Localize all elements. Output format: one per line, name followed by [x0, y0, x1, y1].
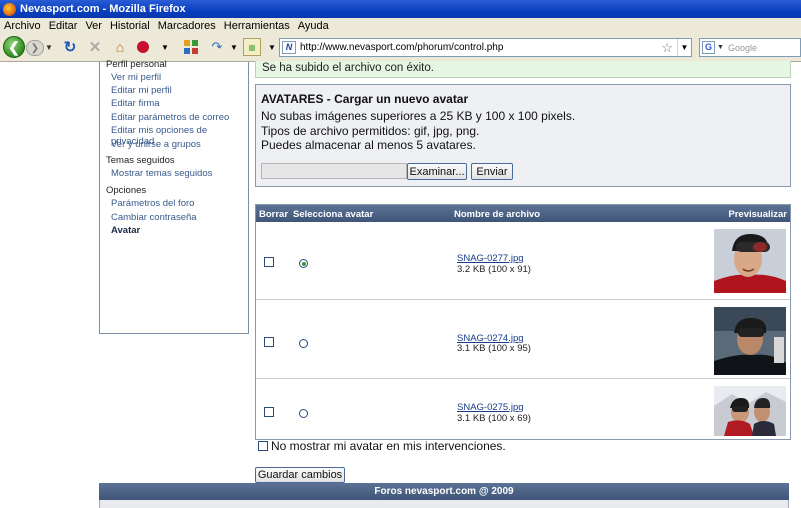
bookmark-star-icon[interactable]: ☆ [661, 40, 677, 56]
reload-icon: ↻ [63, 39, 77, 56]
addon-icon [137, 41, 149, 53]
avatar-filename-link[interactable]: SNAG-0277.jpg [457, 253, 524, 264]
select-avatar-radio[interactable] [299, 339, 308, 348]
home-icon: ⌂ [115, 39, 125, 55]
avatar-preview-image [714, 307, 786, 375]
upload-title: AVATARES - Cargar un nuevo avatar [261, 92, 469, 106]
avatar-file-size: 3.2 KB (100 x 91) [457, 264, 531, 275]
url-bar[interactable]: N http://www.nevasport.com/phorum/contro… [279, 38, 692, 57]
grid-addon-button[interactable] [183, 39, 199, 55]
avatar-preview-image [714, 386, 786, 436]
search-engine-icon[interactable]: G [702, 41, 715, 54]
window-title: Nevasport.com - Mozilla Firefox [20, 3, 186, 15]
upload-avatar-count: Puedes almacenar al menos 5 avatares. [261, 138, 476, 152]
url-text[interactable]: http://www.nevasport.com/phorum/control.… [300, 42, 503, 53]
sidebar-item-editar-perfil[interactable]: Editar mi perfil [111, 85, 172, 96]
forward-arrow-icon: ❯ [30, 42, 40, 54]
menu-historial[interactable]: Historial [106, 20, 154, 32]
browse-button[interactable]: Examinar... [407, 163, 467, 180]
column-header-preview: Previsualizar [728, 209, 787, 220]
success-message: Se ha subido el archivo con éxito. [255, 61, 791, 78]
avatar-filename-link[interactable]: SNAG-0275.jpg [457, 402, 524, 413]
search-bar[interactable]: G ▼ Google [699, 38, 801, 57]
reload-button[interactable]: ↻ [62, 38, 78, 56]
navigation-toolbar: ❮ ❯ ▼ ↻ ✕ ⌂ ▼ ↷ ▼ ▦ ▼ N http://www.nevas… [0, 33, 801, 62]
upload-file-types: Tipos de archivo permitidos: gif, jpg, p… [261, 124, 480, 138]
table-header: Borrar Selecciona avatar Nombre de archi… [256, 205, 790, 222]
menu-ayuda[interactable]: Ayuda [294, 20, 333, 32]
sidebar-item-editar-firma[interactable]: Editar firma [111, 98, 160, 109]
search-placeholder[interactable]: Google [728, 43, 757, 53]
page-footer: Foros nevasport.com @ 2009 [99, 483, 789, 500]
stop-icon: ✕ [88, 39, 102, 56]
forward-button[interactable]: ❯ [26, 40, 44, 56]
sidebar-item-avatar[interactable]: Avatar [111, 225, 140, 236]
firefox-icon [3, 2, 16, 16]
hide-avatar-label: No mostrar mi avatar en mis intervencion… [271, 439, 506, 453]
hide-avatar-checkbox[interactable] [258, 441, 268, 451]
select-avatar-radio[interactable] [299, 259, 308, 268]
control-panel-sidebar: Perfil personal Ver mi perfil Editar mi … [99, 59, 249, 334]
image-addon-button[interactable]: ▦ [243, 38, 261, 56]
select-avatar-radio[interactable] [299, 409, 308, 418]
sidebar-item-parametros-foro[interactable]: Parámetros del foro [111, 198, 194, 209]
sidebar-item-cambiar-contrasena[interactable]: Cambiar contraseña [111, 212, 197, 223]
menu-editar[interactable]: Editar [45, 20, 82, 32]
menu-marcadores[interactable]: Marcadores [154, 20, 220, 32]
grid-icon [183, 39, 199, 55]
sidebar-item-grupos[interactable]: Ver y unirse a grupos [111, 139, 201, 150]
sidebar-heading-perfil: Perfil personal [106, 59, 167, 70]
search-engine-dropdown[interactable]: ▼ [717, 44, 724, 51]
avatar-table: Borrar Selecciona avatar Nombre de archi… [255, 204, 791, 440]
menu-bar: Archivo Editar Ver Historial Marcadores … [0, 18, 801, 33]
share-icon: ↷ [211, 39, 223, 54]
history-dropdown[interactable]: ▼ [45, 41, 53, 53]
stop-button[interactable]: ✕ [87, 38, 103, 56]
table-row: SNAG-0275.jpg 3.1 KB (100 x 69) [256, 379, 790, 440]
menu-archivo[interactable]: Archivo [0, 20, 45, 32]
share-dropdown[interactable]: ▼ [230, 41, 238, 53]
page-content: Perfil personal Ver mi perfil Editar mi … [0, 59, 801, 508]
addon-button[interactable] [136, 39, 150, 55]
image-addon-dropdown[interactable]: ▼ [268, 41, 276, 53]
file-path-input[interactable] [261, 163, 407, 179]
back-arrow-icon: ❮ [8, 38, 20, 55]
menu-ver[interactable]: Ver [81, 20, 106, 32]
url-dropdown[interactable]: ▼ [677, 39, 691, 56]
home-button[interactable]: ⌂ [112, 38, 128, 56]
avatar-preview-image [714, 229, 786, 293]
window-title-bar: Nevasport.com - Mozilla Firefox [0, 0, 801, 18]
share-button[interactable]: ↷ [208, 38, 226, 56]
delete-checkbox[interactable] [264, 257, 274, 267]
sidebar-item-ver-perfil[interactable]: Ver mi perfil [111, 72, 161, 83]
avatar-file-size: 3.1 KB (100 x 95) [457, 343, 531, 354]
column-header-select: Selecciona avatar [293, 209, 374, 220]
sidebar-item-temas-seguidos[interactable]: Mostrar temas seguidos [111, 168, 212, 179]
footer-bottom-bar [99, 500, 789, 508]
send-button[interactable]: Enviar [471, 163, 513, 180]
delete-checkbox[interactable] [264, 337, 274, 347]
sidebar-heading-opciones: Opciones [106, 185, 147, 196]
table-row: SNAG-0277.jpg 3.2 KB (100 x 91) [256, 222, 790, 300]
column-header-filename: Nombre de archivo [454, 209, 541, 220]
back-button[interactable]: ❮ [3, 36, 25, 58]
addon-dropdown[interactable]: ▼ [161, 41, 169, 53]
image-icon: ▦ [248, 42, 256, 52]
upload-size-limit: No subas imágenes superiores a 25 KB y 1… [261, 109, 576, 123]
table-row: SNAG-0274.jpg 3.1 KB (100 x 95) [256, 300, 790, 379]
upload-avatar-panel: AVATARES - Cargar un nuevo avatar No sub… [255, 84, 791, 187]
delete-checkbox[interactable] [264, 407, 274, 417]
menu-herramientas[interactable]: Herramientas [220, 20, 294, 32]
sidebar-item-parametros-correo[interactable]: Editar parámetros de correo [111, 112, 229, 123]
column-header-delete: Borrar [259, 209, 289, 220]
avatar-file-size: 3.1 KB (100 x 69) [457, 413, 531, 424]
save-changes-button[interactable]: Guardar cambios [255, 467, 345, 483]
sidebar-heading-temas: Temas seguidos [106, 155, 175, 166]
site-favicon-icon: N [282, 41, 296, 54]
